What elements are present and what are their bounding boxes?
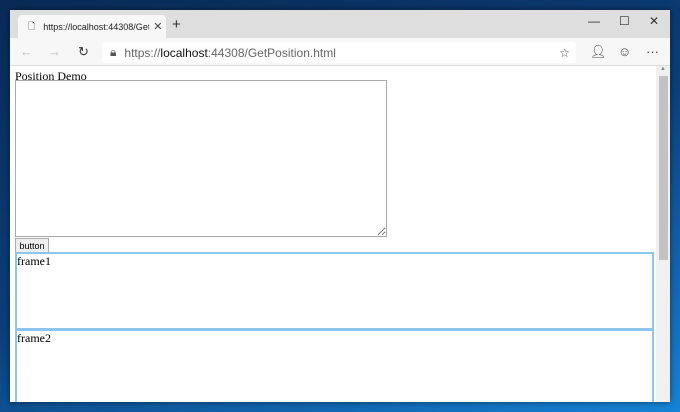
page-content: Position Demo button frame1 frame2 [10, 66, 656, 402]
address-toolbar: ← → ↻ 🔒︎ https://localhost:44308/GetPosi… [10, 38, 670, 66]
frame1-label: frame1 [17, 254, 51, 268]
tab-bar: 🗋 https://localhost:44308/GetPosition.ht… [10, 10, 670, 38]
browser-tab[interactable]: 🗋 https://localhost:44308/GetPosition.ht… [18, 15, 166, 38]
close-window-button[interactable]: ✕ [649, 14, 659, 28]
minimize-button[interactable]: — [588, 14, 600, 28]
text-area[interactable] [15, 80, 387, 237]
favorite-star-icon[interactable]: ☆ [559, 46, 570, 60]
profile-icon[interactable]: 👤︎ [590, 44, 607, 60]
browser-window: 🗋 https://localhost:44308/GetPosition.ht… [10, 10, 670, 402]
frame1: frame1 [15, 252, 654, 330]
tab-title: https://localhost:44308/GetPosition.html [43, 21, 150, 32]
maximize-button[interactable]: ☐ [619, 14, 630, 28]
back-button[interactable]: ← [20, 44, 33, 59]
url-host: localhost [160, 45, 208, 60]
forward-button[interactable]: → [48, 44, 61, 59]
frame2: frame2 [15, 329, 654, 402]
url-rest: :44308/GetPosition.html [207, 45, 336, 60]
new-tab-button[interactable]: + [172, 16, 181, 33]
button[interactable]: button [15, 238, 49, 253]
refresh-button[interactable]: ↻ [78, 44, 89, 60]
feedback-smiley-icon[interactable]: ☺ [618, 44, 631, 59]
url-prefix: https:// [124, 45, 161, 60]
page-icon: 🗋 [28, 20, 36, 31]
scrollbar-thumb[interactable] [659, 76, 668, 260]
vertical-scrollbar[interactable]: ▲ [656, 66, 670, 402]
frame2-label: frame2 [17, 331, 51, 345]
scroll-up-arrow-icon[interactable]: ▲ [656, 66, 670, 72]
more-menu-icon[interactable]: ··· [646, 44, 659, 59]
address-bar[interactable]: 🔒︎ https://localhost:44308/GetPosition.h… [102, 42, 576, 63]
lock-icon: 🔒︎ [110, 45, 117, 59]
close-tab-icon[interactable]: ✕ [153, 20, 162, 33]
